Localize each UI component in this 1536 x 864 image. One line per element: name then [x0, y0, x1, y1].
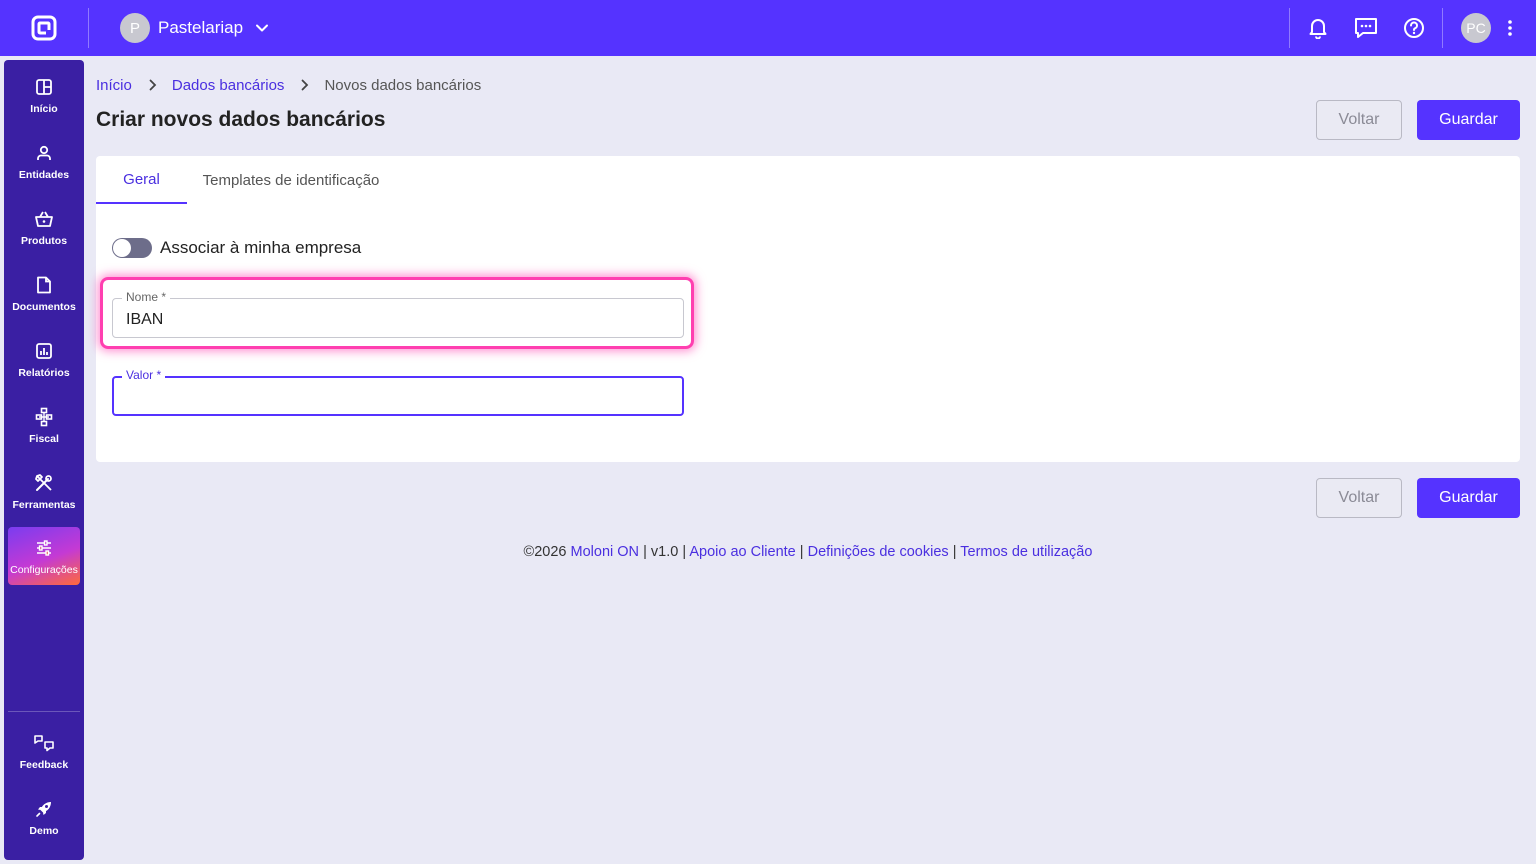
breadcrumb-link-inicio[interactable]: Início — [96, 77, 132, 94]
sidebar-item-inicio[interactable]: Início — [8, 66, 80, 124]
footer-link-terms[interactable]: Termos de utilização — [960, 544, 1092, 560]
chevron-down-icon — [255, 21, 269, 35]
footer-link-moloni[interactable]: Moloni ON — [571, 544, 640, 560]
top-bar: P Pastelariap PC — [0, 0, 1536, 56]
name-input[interactable] — [113, 299, 683, 337]
back-button-bottom[interactable]: Voltar — [1316, 478, 1402, 518]
breadcrumb-link-dados-bancarios[interactable]: Dados bancários — [172, 77, 285, 94]
chat-icon[interactable] — [1352, 14, 1380, 42]
back-button[interactable]: Voltar — [1316, 100, 1402, 140]
sidebar-item-ferramentas[interactable]: Ferramentas — [8, 462, 80, 520]
company-name: Pastelariap — [158, 18, 244, 37]
breadcrumb-current: Novos dados bancários — [324, 76, 482, 94]
name-field: Nome * — [112, 290, 684, 338]
sidebar-item-relatorios[interactable]: Relatórios — [8, 330, 80, 388]
footer-separator: | — [643, 544, 647, 560]
sidebar-item-documentos[interactable]: Documentos — [8, 264, 80, 322]
save-button[interactable]: Guardar — [1417, 100, 1520, 140]
tab-geral[interactable]: Geral — [96, 156, 187, 204]
value-field: Valor * — [112, 368, 684, 416]
topbar-divider — [1442, 8, 1443, 48]
chevron-right-icon — [149, 79, 157, 91]
user-avatar[interactable]: PC — [1461, 13, 1491, 43]
footer-separator: | — [799, 544, 804, 560]
sidebar-divider — [8, 711, 80, 712]
chevron-right-icon — [301, 79, 309, 91]
footer-link-support[interactable]: Apoio ao Cliente — [689, 544, 795, 560]
feedback-icon — [33, 732, 55, 754]
value-input[interactable] — [114, 378, 682, 414]
basket-icon — [33, 208, 55, 230]
document-icon — [33, 274, 55, 296]
sidebar-item-entidades[interactable]: Entidades — [8, 132, 80, 190]
footer: ©2026 Moloni ON | v1.0 | Apoio ao Client… — [0, 544, 1536, 560]
save-button-bottom[interactable]: Guardar — [1417, 478, 1520, 518]
sidebar-item-label: Produtos — [20, 234, 68, 247]
tab-templates-identificacao[interactable]: Templates de identificação — [187, 156, 395, 204]
associate-company-toggle-row[interactable]: Associar à minha empresa — [112, 238, 361, 258]
bell-icon[interactable] — [1304, 14, 1332, 42]
moloni-logo-icon[interactable] — [28, 12, 60, 44]
chart-icon — [33, 340, 55, 362]
breadcrumb: Início Dados bancários Novos dados bancá… — [96, 75, 481, 95]
company-selector[interactable]: P Pastelariap — [120, 13, 269, 43]
rocket-icon — [33, 798, 55, 820]
footer-copyright: ©2026 — [523, 544, 567, 560]
footer-separator: | — [952, 544, 957, 560]
sidebar-item-label: Relatórios — [18, 366, 70, 379]
form-card: Geral Templates de identificação Associa… — [96, 156, 1520, 462]
sidebar-item-produtos[interactable]: Produtos — [8, 198, 80, 256]
sidebar: Início Entidades Produtos Documentos Rel… — [4, 60, 84, 860]
sidebar-item-label: Entidades — [18, 168, 70, 181]
sidebar-item-label: Documentos — [12, 300, 76, 313]
dashboard-icon — [33, 76, 55, 98]
topbar-divider — [88, 8, 89, 48]
sidebar-item-label: Início — [30, 102, 58, 115]
user-icon — [33, 142, 55, 164]
sidebar-item-label: Configurações — [10, 563, 78, 576]
tools-icon — [33, 472, 55, 494]
sidebar-item-feedback[interactable]: Feedback — [8, 722, 80, 780]
more-vertical-icon[interactable] — [1502, 14, 1518, 42]
sidebar-item-label: Feedback — [19, 758, 69, 771]
topbar-divider — [1289, 8, 1290, 48]
footer-link-cookies[interactable]: Definições de cookies — [808, 544, 949, 560]
footer-separator: | — [682, 544, 687, 560]
associate-company-label: Associar à minha empresa — [160, 238, 362, 257]
help-icon[interactable] — [1400, 14, 1428, 42]
sidebar-item-label: Demo — [29, 824, 59, 837]
sidebar-item-demo[interactable]: Demo — [8, 788, 80, 846]
sidebar-item-label: Fiscal — [29, 432, 59, 445]
fiscal-icon — [33, 406, 55, 428]
footer-version: v1.0 — [650, 544, 679, 560]
toggle-knob — [113, 239, 131, 257]
page-title: Criar novos dados bancários — [96, 108, 386, 131]
sidebar-item-fiscal[interactable]: Fiscal — [8, 396, 80, 454]
company-avatar: P — [120, 13, 150, 43]
sidebar-item-label: Ferramentas — [12, 498, 76, 511]
associate-company-toggle[interactable] — [112, 238, 152, 258]
